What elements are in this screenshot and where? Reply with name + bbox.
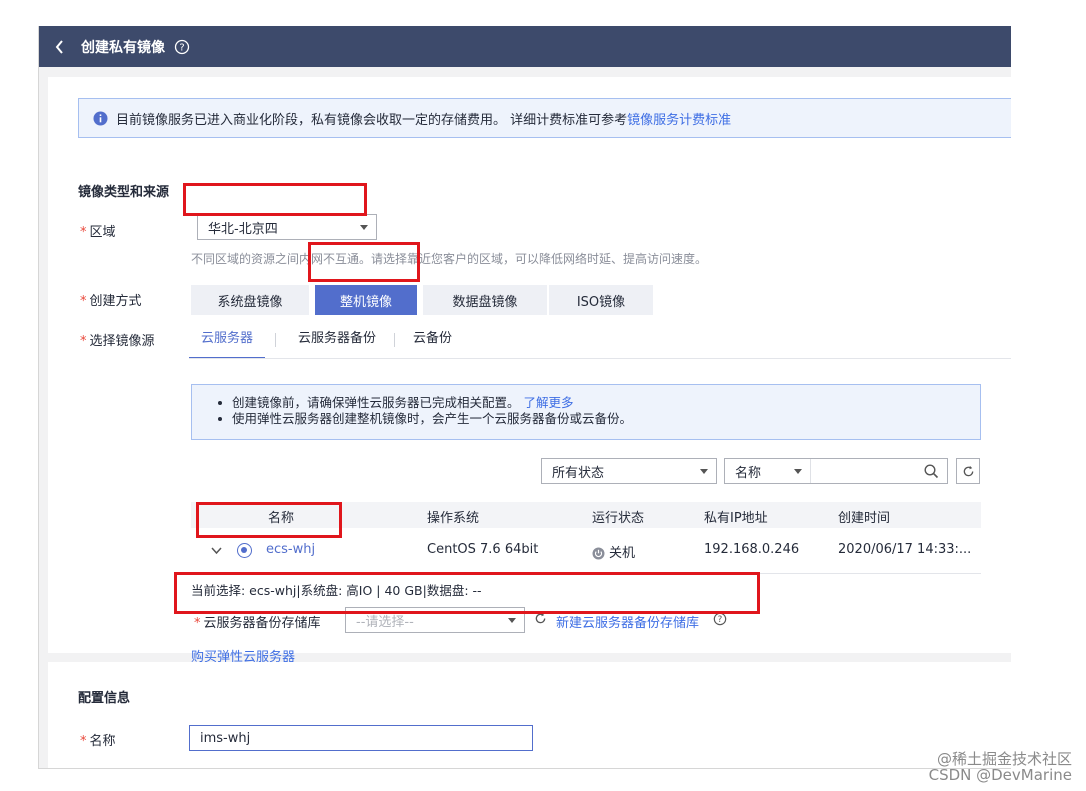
bullet	[218, 401, 222, 405]
help-icon[interactable]: ?	[174, 39, 190, 55]
source-card: 目前镜像服务已进入商业化阶段，私有镜像会收取一定的存储费用。 详细计费标准可参考…	[48, 77, 1011, 665]
caret-down-icon	[700, 469, 708, 474]
tips-box: 创建镜像前，请确保弹性云服务器已完成相关配置。 了解更多 使用弹性云服务器创建整机…	[191, 384, 981, 440]
name-input-value: ims-whj	[200, 730, 251, 746]
name-input[interactable]: ims-whj	[189, 725, 533, 751]
power-off-icon	[592, 547, 605, 560]
tab-divider	[394, 333, 396, 347]
help-icon[interactable]: ?	[713, 612, 727, 626]
tip-text-1: 创建镜像前，请确保弹性云服务器已完成相关配置。	[232, 395, 520, 410]
region-label: * 区域	[80, 225, 116, 240]
creation-label: * 创建方式	[80, 294, 142, 309]
create-backup-repo-link[interactable]: 新建云服务器备份存储库	[556, 612, 699, 631]
tab-cloud-server[interactable]: 云服务器	[189, 329, 266, 359]
status-filter[interactable]: 所有状态	[541, 458, 717, 484]
tab-server-backup[interactable]: 云服务器备份	[286, 329, 388, 359]
tip-line-2: 使用弹性云服务器创建整机镜像时，会产生一个云服务器备份或云备份。	[218, 411, 980, 427]
chevron-left-icon	[55, 39, 63, 54]
tip-line-1: 创建镜像前，请确保弹性云服务器已完成相关配置。 了解更多	[218, 395, 980, 411]
search-icon[interactable]	[924, 464, 939, 479]
search-field-value: 名称	[735, 465, 762, 481]
title-bar: 创建私有镜像 ?	[39, 26, 1011, 67]
region-value: 华北-北京四	[208, 221, 278, 237]
table-row[interactable]: ecs-whj CentOS 7.6 64bit 关机 192.168.0.24…	[191, 528, 981, 574]
tab-cloud-backup[interactable]: 云备份	[401, 329, 464, 359]
region-hint: 不同区域的资源之间内网不互通。请选择靠近您客户的区域，可以降低网络时延、提高访问…	[191, 252, 708, 266]
tabs-underline	[189, 358, 1011, 359]
option-iso[interactable]: ISO镜像	[549, 285, 653, 315]
back-button[interactable]	[39, 26, 81, 67]
col-ip: 私有IP地址	[704, 511, 768, 526]
section-title-config: 配置信息	[78, 691, 131, 706]
learn-more-link[interactable]: 了解更多	[524, 395, 574, 411]
watermark-line-2: CSDN @DevMarine	[928, 766, 1072, 784]
backup-repo-placeholder: --请选择--	[356, 614, 414, 630]
bullet	[218, 417, 222, 421]
row-name[interactable]: ecs-whj	[266, 542, 315, 557]
status-filter-value: 所有状态	[552, 465, 605, 481]
name-label: * 名称	[80, 734, 116, 749]
col-status: 运行状态	[592, 511, 645, 526]
caret-down-icon	[508, 618, 516, 623]
section-title-source: 镜像类型和来源	[78, 185, 170, 200]
svg-text:?: ?	[718, 615, 723, 625]
search-field-select[interactable]: 名称	[725, 459, 811, 483]
col-created: 创建时间	[838, 511, 891, 526]
row-radio[interactable]	[237, 543, 252, 558]
search-box[interactable]: 名称	[724, 458, 948, 484]
source-label: * 选择镜像源	[80, 334, 155, 349]
refresh-icon	[963, 465, 973, 476]
backup-repo-select[interactable]: --请选择--	[345, 607, 525, 633]
source-tabs: 云服务器 云服务器备份 云备份	[189, 329, 464, 359]
caret-down-icon	[794, 469, 802, 474]
caret-down-icon	[360, 225, 368, 230]
option-full-image[interactable]: 整机镜像	[315, 285, 417, 315]
col-name: 名称	[268, 511, 295, 526]
row-ip: 192.168.0.246	[704, 542, 800, 557]
chevron-down-icon[interactable]	[211, 547, 222, 555]
row-os: CentOS 7.6 64bit	[427, 542, 539, 557]
refresh-button[interactable]	[956, 458, 980, 484]
col-os: 操作系统	[427, 511, 480, 526]
info-icon	[93, 111, 108, 125]
row-created: 2020/06/17 14:33:...	[838, 542, 972, 557]
billing-link[interactable]: 镜像服务计费标准	[627, 109, 731, 128]
billing-notice: 目前镜像服务已进入商业化阶段，私有镜像会收取一定的存储费用。 详细计费标准可参考…	[78, 98, 1011, 138]
refresh-icon[interactable]	[534, 612, 547, 625]
option-data-disk[interactable]: 数据盘镜像	[423, 285, 547, 315]
row-status: 关机	[592, 542, 635, 561]
tip-text-2: 使用弹性云服务器创建整机镜像时，会产生一个云服务器备份或云备份。	[232, 411, 633, 426]
console-frame: 创建私有镜像 ? 目前镜像服务已进入商业化阶段，私有镜像会收取一定的存储费用。 …	[38, 26, 1011, 769]
backup-repo-label: * 云服务器备份存储库	[194, 616, 321, 631]
option-system-disk[interactable]: 系统盘镜像	[191, 285, 309, 315]
tab-divider	[275, 333, 277, 347]
svg-text:?: ?	[179, 42, 184, 53]
config-card: 配置信息 * 名称 ims-whj	[48, 662, 1011, 768]
notice-text: 目前镜像服务已进入商业化阶段，私有镜像会收取一定的存储费用。 详细计费标准可参考	[116, 112, 628, 128]
table-header: 名称 操作系统 运行状态 私有IP地址 创建时间	[191, 502, 981, 528]
current-selection: 当前选择: ecs-whj|系统盘: 高IO | 40 GB|数据盘: --	[191, 583, 482, 598]
page-title: 创建私有镜像	[81, 39, 165, 56]
region-select[interactable]: 华北-北京四	[197, 214, 377, 240]
